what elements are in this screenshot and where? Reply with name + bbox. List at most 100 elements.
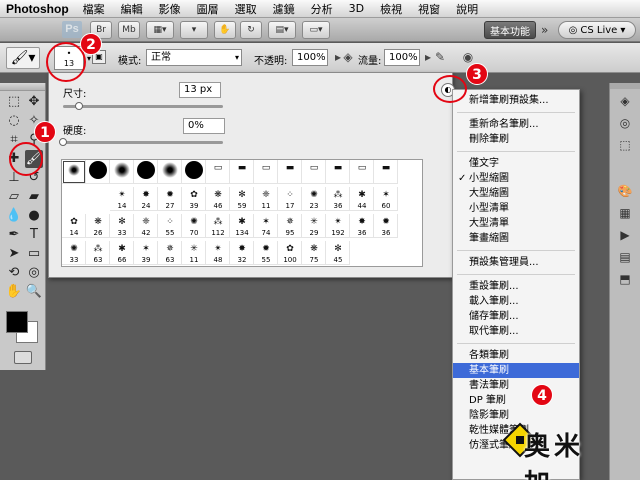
tool-preset-picker[interactable]: 🖌▾ <box>6 47 40 69</box>
hand-icon[interactable]: ✋ <box>5 283 23 301</box>
menu-layer[interactable]: 圖層 <box>189 1 227 17</box>
brush-preset[interactable]: ✶ 39 <box>134 241 158 265</box>
dodge-icon[interactable]: ● <box>25 207 43 225</box>
menu-3d[interactable]: 3D <box>341 2 372 15</box>
menu-item[interactable]: 大型縮圖 <box>453 186 579 201</box>
brush-preset[interactable]: ✿ 14 <box>62 214 86 238</box>
menu-item[interactable]: ✓ 小型縮圖 <box>453 171 579 186</box>
hardness-input[interactable]: 0% <box>183 118 225 134</box>
lasso-icon[interactable]: ◌ <box>5 112 23 130</box>
menu-item[interactable]: 大型清單 <box>453 216 579 231</box>
paths-icon[interactable]: ⬒ <box>617 271 633 287</box>
brush-preset[interactable]: ❈ 42 <box>134 214 158 238</box>
brush-preset[interactable]: ✸ 36 <box>350 214 374 238</box>
brush-preset[interactable]: ✶ 74 <box>254 214 278 238</box>
layers-icon[interactable]: ◈ <box>617 93 633 109</box>
menu-item[interactable]: 預設集管理員... <box>453 255 579 270</box>
minibridge-button[interactable]: Mb <box>118 21 140 39</box>
menu-help[interactable]: 說明 <box>448 1 486 17</box>
brush-preset[interactable] <box>86 160 110 184</box>
3d-rotate-icon[interactable]: ⟲ <box>5 264 23 282</box>
menu-item[interactable]: 各類筆刷 <box>453 348 579 363</box>
brush-preset[interactable]: ✻ 33 <box>110 214 134 238</box>
brush-preset[interactable]: ✺ 70 <box>182 214 206 238</box>
menu-select[interactable]: 選取 <box>227 1 265 17</box>
zoom-icon[interactable]: 🔍 <box>25 283 43 301</box>
brush-preset-grid[interactable]: ▭ ▬ ▭ ▬ ▭ ▬ ▭ ▬ ✴ 14 ✸ 24 ✹ 27 ✿ 39 ❋ 46 ✻ 59 ❈ 11 ⁘ 17 ✺ 23 ⁂ 36 ✱ 4… <box>61 159 423 267</box>
menu-item[interactable]: 書法筆刷 <box>453 378 579 393</box>
size-input[interactable]: 13 px <box>179 82 221 98</box>
brush-preset[interactable]: ✳ 11 <box>182 241 206 265</box>
brush-preset[interactable] <box>110 160 134 184</box>
channels-icon[interactable]: ▤ <box>617 249 633 265</box>
brush-preset[interactable]: ▭ <box>302 160 326 184</box>
menu-item[interactable]: DP 筆刷 <box>453 393 579 408</box>
brush-preset[interactable]: ✴ 192 <box>326 214 350 238</box>
brush-preset[interactable]: ✿ 39 <box>182 187 206 211</box>
brush-preset[interactable]: ⁘ 55 <box>158 214 182 238</box>
pen-icon[interactable]: ✒ <box>5 226 23 244</box>
brush-preset[interactable]: ✴ 48 <box>206 241 230 265</box>
brush-preset[interactable]: ✹ 36 <box>374 214 398 238</box>
brush-preset[interactable] <box>62 160 86 184</box>
brush-preset[interactable]: ✴ 14 <box>110 187 134 211</box>
menu-item[interactable]: 筆畫縮圖 <box>453 231 579 246</box>
path-select-icon[interactable]: ➤ <box>5 245 23 263</box>
foreground-color-swatch[interactable] <box>6 311 28 333</box>
brush-preset[interactable] <box>134 160 158 184</box>
brush-preset[interactable]: ✱ 44 <box>350 187 374 211</box>
arrange-documents-button[interactable]: ▤▾ <box>268 21 296 39</box>
brush-preset[interactable]: ⁂ 63 <box>86 241 110 265</box>
menu-item[interactable]: 僅文字 <box>453 156 579 171</box>
eraser-icon[interactable]: ▱ <box>5 188 23 206</box>
brush-preset[interactable]: ▭ <box>254 160 278 184</box>
type-icon[interactable]: T <box>25 226 43 244</box>
workspace-more[interactable]: » <box>541 23 548 37</box>
menu-edit[interactable]: 編輯 <box>113 1 151 17</box>
cs-live-button[interactable]: ◎ CS Live ▾ <box>558 21 636 39</box>
adjustments-icon[interactable]: ◎ <box>617 115 633 131</box>
brush-preset[interactable]: ▬ <box>326 160 350 184</box>
quick-mask-button[interactable] <box>14 351 32 364</box>
brush-preset[interactable]: ❋ 26 <box>86 214 110 238</box>
rotate-view-button[interactable]: ↻ <box>240 21 262 39</box>
swatches-icon[interactable]: ▦ <box>617 205 633 221</box>
brush-preset[interactable]: ▬ <box>230 160 254 184</box>
brush-preset[interactable]: ✳ 29 <box>302 214 326 238</box>
brush-preset[interactable]: ▭ <box>206 160 230 184</box>
menu-item[interactable]: 新增筆刷預設集... <box>453 93 579 108</box>
menu-image[interactable]: 影像 <box>151 1 189 17</box>
menu-item[interactable]: 載入筆刷... <box>453 294 579 309</box>
hardness-slider-track[interactable] <box>63 141 223 144</box>
move-icon[interactable]: ✥ <box>25 93 43 111</box>
brush-preset[interactable]: ✵ 95 <box>278 214 302 238</box>
brush-preset[interactable]: ✻ 59 <box>230 187 254 211</box>
brush-preset[interactable]: ⁘ 17 <box>278 187 302 211</box>
brush-preset[interactable]: ✹ 27 <box>158 187 182 211</box>
menu-item[interactable]: 重設筆刷... <box>453 279 579 294</box>
view-extras-button[interactable]: ▦▾ <box>146 21 174 39</box>
marquee-icon[interactable]: ⬚ <box>5 93 23 111</box>
menu-item[interactable]: 取代筆刷... <box>453 324 579 339</box>
menu-analysis[interactable]: 分析 <box>303 1 341 17</box>
brush-preset[interactable]: ✺ 23 <box>302 187 326 211</box>
brush-preset[interactable]: ✵ 63 <box>158 241 182 265</box>
app-menu[interactable]: Photoshop <box>0 2 75 16</box>
size-slider-thumb[interactable] <box>75 102 83 110</box>
menu-item[interactable]: 重新命名筆刷... <box>453 117 579 132</box>
3d-orbit-icon[interactable]: ◎ <box>25 264 43 282</box>
brush-preset[interactable]: ✸ 32 <box>230 241 254 265</box>
color-icon[interactable]: 🎨 <box>617 183 633 199</box>
menu-item[interactable]: 基本筆刷 <box>453 363 579 378</box>
shape-icon[interactable]: ▭ <box>25 245 43 263</box>
workspace-button[interactable]: 基本功能 <box>484 21 536 39</box>
brush-preset[interactable]: ✺ 33 <box>62 241 86 265</box>
brush-preset[interactable]: ✱ 66 <box>110 241 134 265</box>
menu-file[interactable]: 檔案 <box>75 1 113 17</box>
brush-preset[interactable]: ✱ 134 <box>230 214 254 238</box>
brush-preset[interactable]: ⁂ 112 <box>206 214 230 238</box>
brush-preset[interactable]: ✿ 100 <box>278 241 302 265</box>
hand-button[interactable]: ✋ <box>214 21 236 39</box>
airbrush-icon[interactable]: ✎ <box>432 49 448 65</box>
menu-item[interactable]: 儲存筆刷... <box>453 309 579 324</box>
